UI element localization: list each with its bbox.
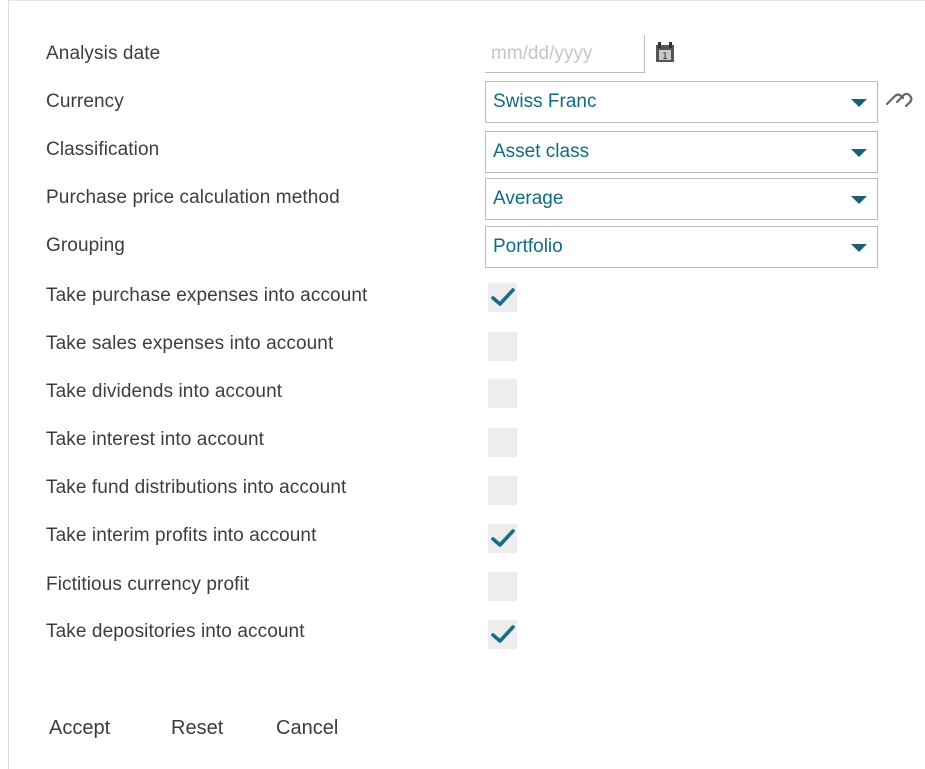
classification-label: Classification bbox=[46, 139, 160, 160]
caret-down-icon bbox=[851, 196, 867, 204]
grouping-selected-value: Portfolio bbox=[493, 236, 563, 257]
fictitious-currency-profit-label: Fictitious currency profit bbox=[46, 574, 250, 595]
interim-profits-checkbox[interactable] bbox=[488, 524, 517, 553]
fund-distributions-label: Take fund distributions into account bbox=[46, 477, 347, 498]
sales-expenses-label: Take sales expenses into account bbox=[46, 333, 334, 354]
purchase-price-method-select[interactable]: Average bbox=[485, 178, 878, 220]
purchase-expenses-label: Take purchase expenses into account bbox=[46, 285, 368, 306]
checkmark-icon bbox=[491, 288, 515, 306]
interest-checkbox[interactable] bbox=[488, 428, 517, 457]
calendar-icon[interactable]: 1 bbox=[655, 41, 675, 63]
purchase-price-method-label: Purchase price calculation method bbox=[46, 187, 340, 208]
classification-select[interactable]: Asset class bbox=[485, 131, 878, 173]
purchase-expenses-checkbox[interactable] bbox=[488, 283, 517, 312]
depositories-checkbox[interactable] bbox=[488, 620, 517, 649]
dividends-checkbox[interactable] bbox=[488, 379, 517, 408]
checkmark-icon bbox=[491, 625, 515, 643]
dividends-label: Take dividends into account bbox=[46, 381, 283, 402]
interim-profits-label: Take interim profits into account bbox=[46, 525, 317, 546]
grouping-label: Grouping bbox=[46, 235, 125, 256]
reset-button[interactable]: Reset bbox=[167, 713, 227, 744]
purchase-price-method-selected-value: Average bbox=[493, 188, 564, 209]
chain-link-icon[interactable] bbox=[883, 89, 917, 111]
classification-selected-value: Asset class bbox=[493, 141, 590, 162]
caret-down-icon bbox=[851, 149, 867, 157]
accept-button[interactable]: Accept bbox=[45, 713, 114, 744]
caret-down-icon bbox=[851, 244, 867, 252]
svg-text:1: 1 bbox=[662, 52, 668, 62]
currency-select[interactable]: Swiss Franc bbox=[485, 81, 878, 123]
fund-distributions-checkbox[interactable] bbox=[488, 476, 517, 505]
currency-label: Currency bbox=[46, 91, 124, 112]
currency-selected-value: Swiss Franc bbox=[493, 91, 597, 112]
analysis-date-input[interactable] bbox=[485, 35, 645, 73]
checkmark-icon bbox=[491, 529, 515, 547]
caret-down-icon bbox=[851, 99, 867, 107]
interest-label: Take interest into account bbox=[46, 429, 265, 450]
depositories-label: Take depositories into account bbox=[46, 621, 305, 642]
sales-expenses-checkbox[interactable] bbox=[488, 332, 517, 361]
analysis-date-label: Analysis date bbox=[46, 43, 161, 64]
settings-panel: Analysis date 1 Currency Swiss Franc Cla… bbox=[8, 0, 925, 769]
cancel-button[interactable]: Cancel bbox=[272, 713, 342, 744]
fictitious-currency-profit-checkbox[interactable] bbox=[488, 572, 517, 601]
grouping-select[interactable]: Portfolio bbox=[485, 226, 878, 268]
